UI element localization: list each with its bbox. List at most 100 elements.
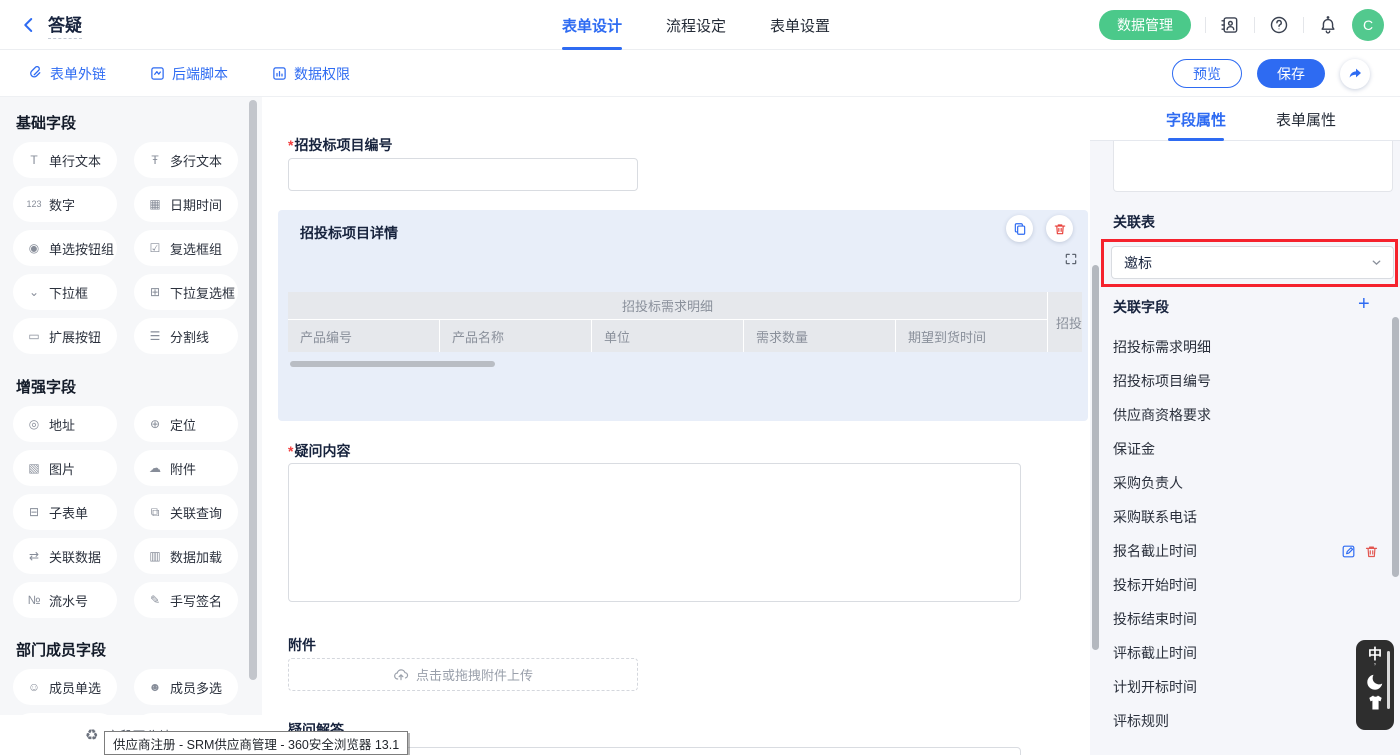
avatar[interactable]: C (1352, 9, 1384, 41)
related-fields-label: 关联字段 (1113, 297, 1169, 317)
delete-field-button[interactable] (1046, 215, 1073, 242)
related-field-item[interactable]: 供应商资格要求 (1113, 398, 1379, 432)
section-title-member-fields: 部门成员字段 (16, 639, 262, 660)
project-code-input[interactable] (288, 158, 638, 191)
sidebar-item-related-data[interactable]: ⇄关联数据 (13, 538, 117, 574)
field-label-attachment: 附件 (288, 635, 316, 655)
back-icon[interactable] (20, 16, 38, 34)
dropdown-icon: ⌄ (26, 285, 42, 299)
help-icon[interactable] (1269, 15, 1289, 35)
sidebar-item-address[interactable]: ◎地址 (13, 406, 117, 442)
property-input-partial[interactable] (1113, 141, 1393, 192)
sidebar-item-checkbox-group[interactable]: ☑复选框组 (134, 230, 238, 266)
share-button[interactable] (1340, 59, 1370, 89)
link-icon (28, 66, 43, 81)
night-mode-moon-icon[interactable] (1366, 672, 1385, 691)
question-content-textarea[interactable] (288, 463, 1021, 602)
data-load-icon: ▥ (147, 549, 163, 563)
sidebar-item-radio-group[interactable]: ◉单选按钮组 (13, 230, 117, 266)
browser-float-widget[interactable]: 中 ʼ (1356, 640, 1394, 730)
field-library-sidebar: 基础字段 T单行文本 Ŧ多行文本 123数字 ▦日期时间 ◉单选按钮组 ☑复选框… (0, 97, 262, 755)
related-field-item[interactable]: 投标结束时间 (1113, 602, 1379, 636)
field-label-question-content: *疑问内容 (288, 441, 350, 461)
delete-field-icon[interactable] (1364, 544, 1379, 559)
sidebar-item-member-multi[interactable]: ☻成员多选 (134, 669, 238, 705)
related-table-select[interactable]: 邀标 (1111, 246, 1394, 279)
member-multi-icon: ☻ (147, 680, 163, 694)
sidebar-item-member-single[interactable]: ☺成员单选 (13, 669, 117, 705)
sidebar-item-data-load[interactable]: ▥数据加载 (134, 538, 238, 574)
related-field-item[interactable]: 保证金 (1113, 432, 1379, 466)
related-field-item[interactable]: 采购联系电话 (1113, 500, 1379, 534)
table-column-header: 期望到货时间 (896, 320, 1048, 352)
sidebar-item-dropdown[interactable]: ⌄下拉框 (13, 274, 117, 310)
related-field-item[interactable]: 招投标需求明细 (1113, 330, 1379, 364)
data-permission-button[interactable]: 数据权限 (272, 50, 350, 97)
single-line-text-icon: T (26, 153, 42, 167)
save-button[interactable]: 保存 (1257, 59, 1325, 88)
top-header: 答疑 表单设计 流程设定 表单设置 数据管理 C (0, 0, 1400, 50)
properties-scrollbar[interactable] (1392, 317, 1399, 577)
notification-bell-icon[interactable] (1318, 15, 1338, 35)
calendar-icon: ▦ (147, 197, 163, 211)
sidebar-item-datetime[interactable]: ▦日期时间 (134, 186, 238, 222)
sidebar-item-extend-button[interactable]: ▭扩展按钮 (13, 318, 117, 354)
sidebar-item-related-query[interactable]: ⧉关联查询 (134, 494, 238, 530)
table-column-header: 需求数量 (744, 320, 896, 352)
tab-field-properties[interactable]: 字段属性 (1166, 97, 1226, 141)
sidebar-scrollbar[interactable] (249, 100, 257, 680)
location-icon: ⊕ (147, 417, 163, 431)
properties-panel: 字段属性 表单属性 关联表 邀标 关联字段 + 招投标需求明细 招投标项目编号 … (1090, 97, 1400, 755)
page-title[interactable]: 答疑 (48, 11, 82, 39)
related-field-item[interactable]: 投标开始时间 (1113, 568, 1379, 602)
related-field-item[interactable]: 采购负责人 (1113, 466, 1379, 500)
theme-shirt-icon[interactable] (1366, 694, 1385, 711)
project-detail-panel[interactable]: 招投标项目详情 招投标需求明细 产品编号 产品名称 单位 (278, 210, 1088, 421)
related-field-item[interactable]: 招投标项目编号 (1113, 364, 1379, 398)
related-field-item[interactable]: 评标规则 (1113, 704, 1379, 738)
tab-flow-setting[interactable]: 流程设定 (666, 0, 726, 50)
panel-title: 招投标项目详情 (300, 223, 398, 243)
data-manage-button[interactable]: 数据管理 (1099, 10, 1191, 40)
sidebar-item-multi-dropdown[interactable]: ⊞下拉复选框 (134, 274, 238, 310)
data-permission-icon (272, 66, 287, 81)
expand-icon[interactable] (1064, 252, 1078, 266)
canvas-scrollbar[interactable] (1092, 265, 1099, 650)
sidebar-item-serial-number[interactable]: №流水号 (13, 582, 117, 618)
sidebar-item-single-line-text[interactable]: T单行文本 (13, 142, 117, 178)
attachment-upload-area[interactable]: 点击或拖拽附件上传 (288, 658, 638, 691)
sidebar-item-number[interactable]: 123数字 (13, 186, 117, 222)
table-horizontal-scrollbar[interactable] (290, 361, 495, 367)
preview-button[interactable]: 预览 (1172, 59, 1242, 88)
table-column-header: 产品名称 (440, 320, 592, 352)
sidebar-item-divider-line[interactable]: ☰分割线 (134, 318, 238, 354)
related-field-item[interactable]: 计划开标时间 (1113, 670, 1379, 704)
number-icon: 123 (26, 199, 42, 209)
sidebar-item-subform[interactable]: ⊟子表单 (13, 494, 117, 530)
edit-field-icon[interactable] (1341, 544, 1356, 559)
sidebar-item-location[interactable]: ⊕定位 (134, 406, 238, 442)
ime-language-icon[interactable]: 中 (1368, 646, 1382, 662)
section-title-enhanced-fields: 增强字段 (16, 376, 262, 397)
table-overflow-column: 招投标 (1048, 292, 1082, 352)
tab-form-properties[interactable]: 表单属性 (1276, 97, 1336, 141)
subform-table[interactable]: 招投标需求明细 产品编号 产品名称 单位 需求数量 期望到货时间 招投标 (288, 292, 1082, 352)
tab-form-design[interactable]: 表单设计 (562, 0, 622, 50)
sidebar-item-multi-line-text[interactable]: Ŧ多行文本 (134, 142, 238, 178)
divider (1205, 17, 1206, 33)
sidebar-item-image[interactable]: ▧图片 (13, 450, 117, 486)
related-field-item[interactable]: 评标截止时间 (1113, 636, 1379, 670)
backend-script-button[interactable]: 后端脚本 (150, 50, 228, 97)
sidebar-item-signature[interactable]: ✎手写签名 (134, 582, 238, 618)
table-column-header: 单位 (592, 320, 744, 352)
multi-line-text-icon: Ŧ (147, 153, 163, 167)
sidebar-item-attachment[interactable]: ☁附件 (134, 450, 238, 486)
tab-form-setting[interactable]: 表单设置 (770, 0, 830, 50)
related-field-item[interactable]: 报名截止时间 (1113, 534, 1379, 568)
contacts-icon[interactable] (1220, 15, 1240, 35)
copy-field-button[interactable] (1006, 215, 1033, 242)
ime-punctuation-icon[interactable]: ʼ (1374, 663, 1376, 671)
subform-icon: ⊟ (26, 505, 42, 519)
form-external-link-button[interactable]: 表单外链 (28, 50, 106, 97)
add-related-field-icon[interactable]: + (1358, 296, 1370, 312)
